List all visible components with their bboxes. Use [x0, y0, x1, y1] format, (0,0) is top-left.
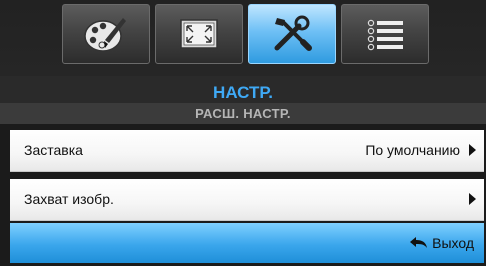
menu-item-capture[interactable]: Захват изобр.: [10, 179, 484, 221]
menu-item-value: По умолчанию: [365, 142, 460, 158]
menu-item-screensaver[interactable]: Заставка По умолчанию: [10, 130, 484, 172]
tab-bar: [0, 0, 486, 76]
page-subtitle: РАСШ. НАСТР.: [195, 106, 291, 121]
menu-item-label: Заставка: [24, 142, 83, 158]
list-icon: [362, 14, 408, 54]
tab-options[interactable]: [341, 4, 429, 64]
footer-bar: Выход: [10, 223, 484, 263]
exit-button[interactable]: Выход: [408, 235, 474, 251]
edge-strip: [0, 124, 10, 266]
chevron-right-icon: [469, 144, 476, 156]
tab-settings[interactable]: [248, 4, 336, 64]
tab-display[interactable]: [62, 4, 150, 64]
menu-header: НАСТР. РАСШ. НАСТР.: [0, 76, 486, 124]
osd-menu: НАСТР. РАСШ. НАСТР. Заставка По умолчани…: [0, 0, 486, 266]
page-title: НАСТР.: [213, 83, 273, 102]
palette-icon: [83, 14, 129, 54]
exit-label: Выход: [432, 235, 474, 251]
fullscreen-icon: [176, 14, 222, 54]
return-arrow-icon: [408, 236, 428, 250]
menu-item-label: Захват изобр.: [24, 191, 114, 207]
subtitle-bar: РАСШ. НАСТР.: [0, 103, 486, 124]
chevron-right-icon: [469, 193, 476, 205]
tools-icon: [269, 14, 315, 54]
tab-image[interactable]: [155, 4, 243, 64]
